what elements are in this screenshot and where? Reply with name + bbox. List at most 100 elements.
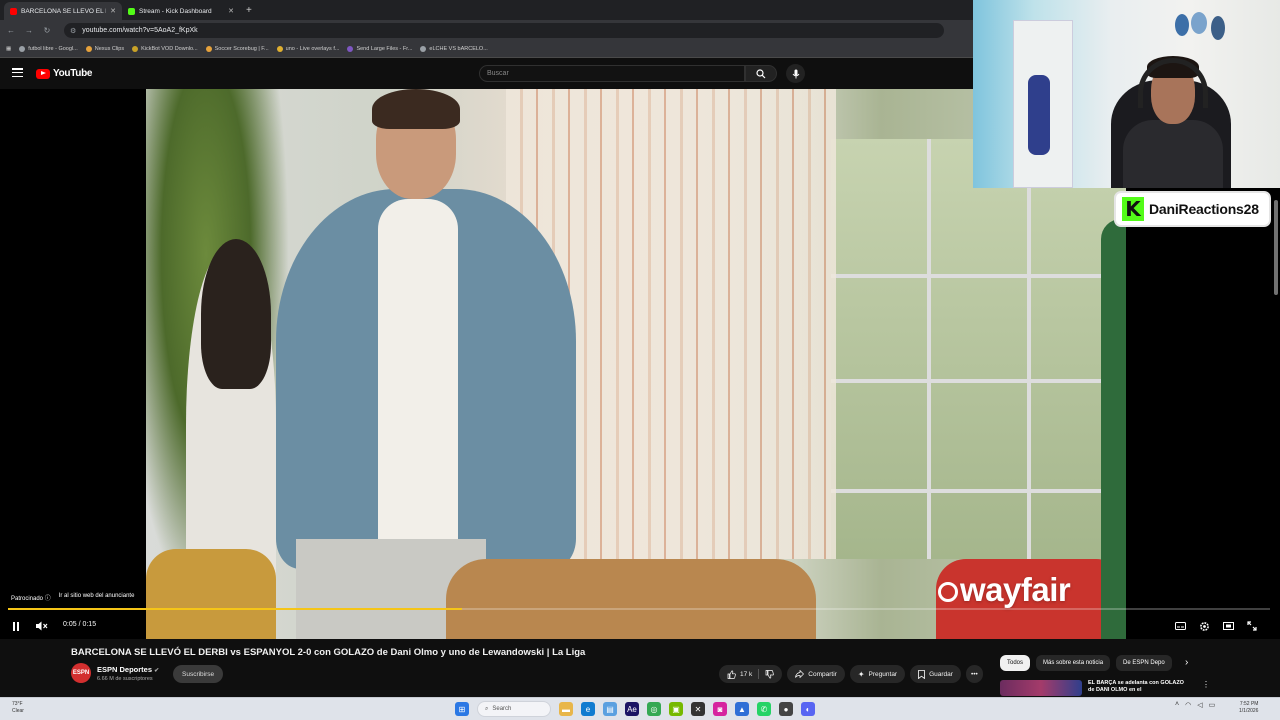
more-vertical-icon[interactable]: ⋮ (1202, 680, 1210, 696)
chevron-up-icon[interactable]: ˄ (1175, 701, 1179, 709)
edge-icon[interactable]: e (581, 702, 595, 716)
fullscreen-button[interactable] (1244, 617, 1260, 635)
search-icon (756, 68, 766, 78)
bookmark-item[interactable]: uno - Live overlays f... (276, 46, 340, 52)
webcam-cap (1191, 12, 1207, 34)
whatsapp-icon[interactable]: ✆ (757, 702, 771, 716)
after-effects-icon[interactable]: Ae (625, 702, 639, 716)
bookmark-item[interactable]: Nexus Clips (85, 46, 125, 52)
like-button[interactable]: 17 k (719, 665, 783, 683)
search-input[interactable]: Buscar (479, 65, 745, 82)
taskbar-search[interactable]: ⌕ Search (477, 701, 551, 717)
bookmarks-bar: ▦ futbol libre - Googl... Nexus Clips Ki… (0, 41, 973, 58)
folder-icon[interactable]: ▤ (603, 702, 617, 716)
wifi-icon[interactable]: ◠ (1185, 701, 1191, 709)
page-scrollbar[interactable] (1274, 200, 1278, 295)
new-tab-button[interactable]: + (240, 2, 258, 20)
ask-button[interactable]: ✦ Preguntar (849, 665, 906, 683)
weather-widget[interactable]: 73°F Clear (12, 701, 24, 715)
forward-icon[interactable]: → (24, 26, 34, 35)
progress-bar[interactable] (8, 608, 1270, 610)
youtube-play-icon (36, 68, 50, 79)
info-icon[interactable]: ⓘ (45, 596, 51, 602)
sponsored-label[interactable]: Patrocinado ⓘ (11, 593, 51, 602)
capcut-icon[interactable]: ✕ (691, 702, 705, 716)
close-tab-icon[interactable]: ✕ (110, 7, 116, 15)
menu-icon[interactable] (12, 68, 23, 77)
apps-icon[interactable]: ▦ (6, 46, 11, 52)
chip-all[interactable]: Todos (1000, 655, 1031, 671)
file-explorer-icon[interactable]: ▬ (559, 702, 573, 716)
chip-from-channel[interactable]: De ESPN Depo (1116, 655, 1172, 671)
channel-avatar[interactable]: ESPN (71, 663, 91, 683)
taskbar-clock[interactable]: 7:52 PM 1/1/2026 (1239, 701, 1258, 715)
discord-icon[interactable]: ◐ (801, 702, 815, 716)
bookmark-label: uno - Live overlays f... (285, 46, 340, 52)
bookmark-item[interactable]: eLCHE VS bARCELO... (420, 46, 488, 52)
advertiser-link[interactable]: Ir al sitio web del anunciante (59, 593, 135, 602)
settings-button[interactable] (1196, 617, 1212, 635)
save-label: Guardar (929, 670, 953, 678)
muted-volume-icon (36, 621, 48, 631)
webcam-jersey (1028, 75, 1050, 155)
tab-title: Stream - Kick Dashboard (139, 7, 212, 15)
mute-button[interactable] (34, 617, 50, 635)
progress-fill (8, 608, 463, 610)
volume-icon[interactable]: ◁ (1197, 701, 1202, 709)
share-icon (795, 670, 805, 678)
bookmark-favicon-icon (19, 46, 26, 52)
scene-person-shirt (378, 199, 458, 559)
bookmark-item[interactable]: KickBot VOD Downlo... (132, 46, 198, 52)
webcam-overlay (973, 0, 1280, 188)
weather-temp: 73°F (12, 701, 23, 707)
chip-more-news[interactable]: Más sobre esta noticia (1036, 655, 1111, 671)
windows-start-icon[interactable]: ⊞ (455, 702, 469, 716)
browser-tab-strip: BARCELONA SE LLEVÓ EL DERBI ✕ Stream - K… (0, 0, 973, 20)
more-actions-button[interactable]: ••• (965, 665, 983, 683)
tab-title: BARCELONA SE LLEVÓ EL DERBI (21, 7, 106, 15)
instagram-icon[interactable]: ◙ (713, 702, 727, 716)
nvidia-icon[interactable]: ▣ (669, 702, 683, 716)
share-button[interactable]: Compartir (787, 665, 845, 683)
bookmark-item[interactable]: futbol libre - Googl... (19, 46, 78, 52)
voice-search-button[interactable] (786, 64, 805, 83)
scene-person-hair (372, 89, 460, 129)
tab-kick-dashboard[interactable]: Stream - Kick Dashboard ✕ (122, 2, 240, 20)
youtube-logo[interactable]: YouTube (36, 68, 93, 79)
streamer-name-badge: K DaniReactions28 (1114, 191, 1271, 227)
bookmark-label: Nexus Clips (94, 46, 125, 52)
video-title: BARCELONA SE LLEVÓ EL DERBI vs ESPANYOL … (71, 647, 586, 658)
related-video-item[interactable]: EL BARÇA se adelanta con GOLAZO de DANI … (1000, 680, 1275, 696)
captions-button[interactable] (1172, 617, 1188, 635)
photos-icon[interactable]: ▲ (735, 702, 749, 716)
taskbar-search-label: Search (492, 706, 512, 712)
more-horizontal-icon: ••• (970, 670, 978, 678)
related-video-thumbnail[interactable] (1000, 680, 1082, 696)
channel-info[interactable]: ESPN ESPN Deportes ✔ 6.66 M de suscripto… (71, 663, 159, 683)
obs-icon[interactable]: ● (779, 702, 793, 716)
chevron-right-icon[interactable]: › (1185, 657, 1188, 668)
bookmark-label: Soccer Scorebug | F... (214, 46, 269, 52)
site-info-icon[interactable]: ⚙ (70, 27, 76, 35)
webcam-cap (1211, 16, 1225, 40)
url-field[interactable]: ⚙ youtube.com/watch?v=5AoA2_fKpXk (64, 23, 944, 38)
search-button[interactable] (745, 65, 777, 82)
pause-button[interactable] (9, 617, 23, 635)
reload-icon[interactable]: ↻ (42, 26, 52, 35)
tab-youtube[interactable]: BARCELONA SE LLEVÓ EL DERBI ✕ (4, 2, 122, 20)
theater-mode-button[interactable] (1220, 617, 1236, 635)
thumbs-down-icon[interactable] (765, 669, 775, 679)
bookmark-item[interactable]: Send Large Files - Fr... (347, 46, 412, 52)
chrome-icon[interactable]: ◎ (647, 702, 661, 716)
bookmark-favicon-icon (276, 46, 283, 52)
youtube-header: YouTube Buscar (0, 59, 973, 89)
back-icon[interactable]: ← (6, 26, 16, 35)
gear-icon (1199, 621, 1209, 631)
save-button[interactable]: Guardar (910, 665, 961, 683)
related-video-title[interactable]: EL BARÇA se adelanta con GOLAZO de DANI … (1088, 680, 1188, 696)
bookmark-item[interactable]: Soccer Scorebug | F... (205, 46, 269, 52)
close-tab-icon[interactable]: ✕ (228, 7, 234, 15)
battery-icon[interactable]: ▭ (1209, 701, 1216, 709)
channel-name[interactable]: ESPN Deportes ✔ (97, 665, 159, 674)
subscribe-button[interactable]: Suscribirse (173, 665, 224, 683)
